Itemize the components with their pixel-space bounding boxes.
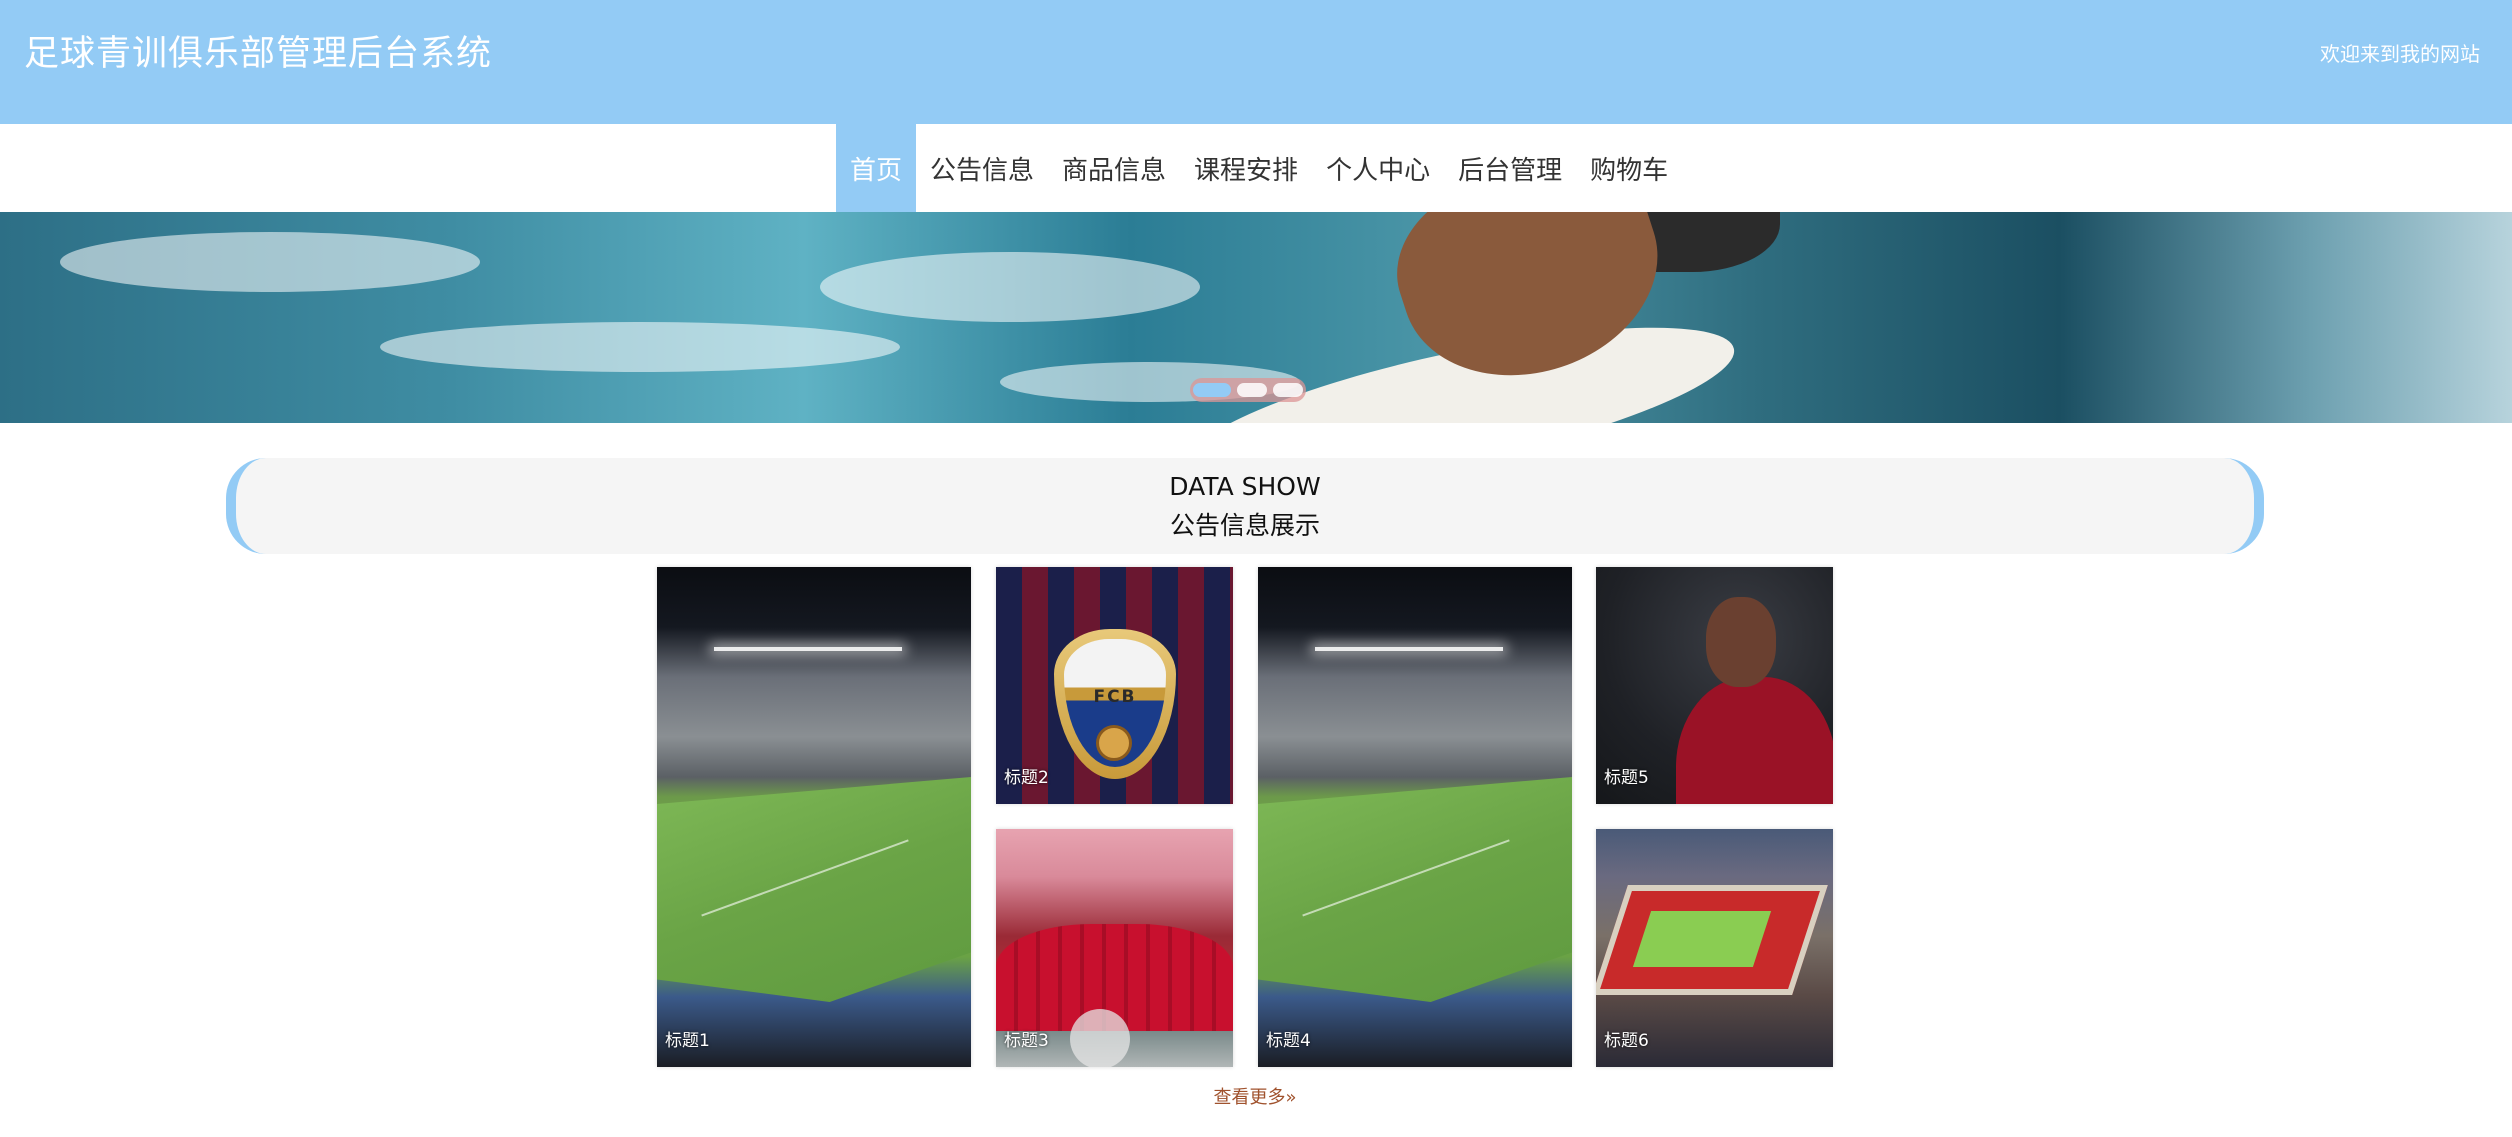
gallery-card-1[interactable]: 标题1 (657, 567, 971, 1067)
club-logo (1070, 1009, 1130, 1067)
wave-foam (820, 252, 1200, 322)
banner-carousel[interactable] (0, 212, 2512, 423)
crest-ball (1096, 725, 1132, 761)
player-head (1706, 597, 1776, 687)
gallery-card-3[interactable]: 标题3 (996, 829, 1233, 1067)
nav-item-home[interactable]: 首页 (836, 124, 917, 212)
crest-letters: FCB (1093, 687, 1137, 707)
fcb-crest-image: FCB (1054, 629, 1176, 779)
site-title: 足球青训俱乐部管理后台系统 (24, 34, 493, 74)
gallery-card-4[interactable]: 标题4 (1258, 567, 1572, 1067)
nav-item-admin[interactable]: 后台管理 (1444, 124, 1576, 212)
nav-item-products[interactable]: 商品信息 (1048, 124, 1180, 212)
nav-item-courses[interactable]: 课程安排 (1180, 124, 1312, 212)
card-caption: 标题4 (1266, 1031, 1311, 1051)
nav-item-announcements[interactable]: 公告信息 (916, 124, 1048, 212)
carousel-dot-1[interactable] (1193, 383, 1231, 397)
gallery-card-6[interactable]: 标题6 (1596, 829, 1833, 1067)
stadium-grass (1632, 911, 1772, 967)
gallery-card-2[interactable]: FCB 标题2 (996, 567, 1233, 804)
card-caption: 标题3 (1004, 1031, 1049, 1051)
card-caption: 标题2 (1004, 768, 1049, 788)
section-title-en: DATA SHOW (1169, 472, 1321, 501)
pitch (657, 777, 971, 1002)
welcome-text: 欢迎来到我的网站 (2320, 42, 2480, 66)
carousel-indicators (1190, 378, 1306, 402)
player-body (1676, 677, 1833, 804)
section-header: DATA SHOW 公告信息展示 (226, 458, 2264, 554)
carousel-dot-3[interactable] (1273, 383, 1303, 397)
stadium-lights (1314, 647, 1503, 651)
pitch (1258, 777, 1572, 1002)
gallery-card-5[interactable]: 标题5 (1596, 567, 1833, 804)
stadium-lights (713, 647, 902, 651)
site-header: 足球青训俱乐部管理后台系统 欢迎来到我的网站 (0, 0, 2512, 124)
carousel-dot-2[interactable] (1237, 383, 1267, 397)
card-caption: 标题6 (1604, 1031, 1649, 1051)
nav-item-cart[interactable]: 购物车 (1576, 124, 1682, 212)
nav-item-profile[interactable]: 个人中心 (1312, 124, 1444, 212)
section-title-cn: 公告信息展示 (1169, 511, 1320, 540)
wave-foam (380, 322, 900, 372)
nav-list: 首页 公告信息 商品信息 课程安排 个人中心 后台管理 购物车 (836, 124, 1682, 212)
view-more-link[interactable]: 查看更多» (1180, 1083, 1330, 1109)
main-nav: 首页 公告信息 商品信息 课程安排 个人中心 后台管理 购物车 (0, 124, 2512, 212)
wave-foam (60, 232, 480, 292)
card-caption: 标题5 (1604, 768, 1649, 788)
card-caption: 标题1 (665, 1031, 710, 1051)
